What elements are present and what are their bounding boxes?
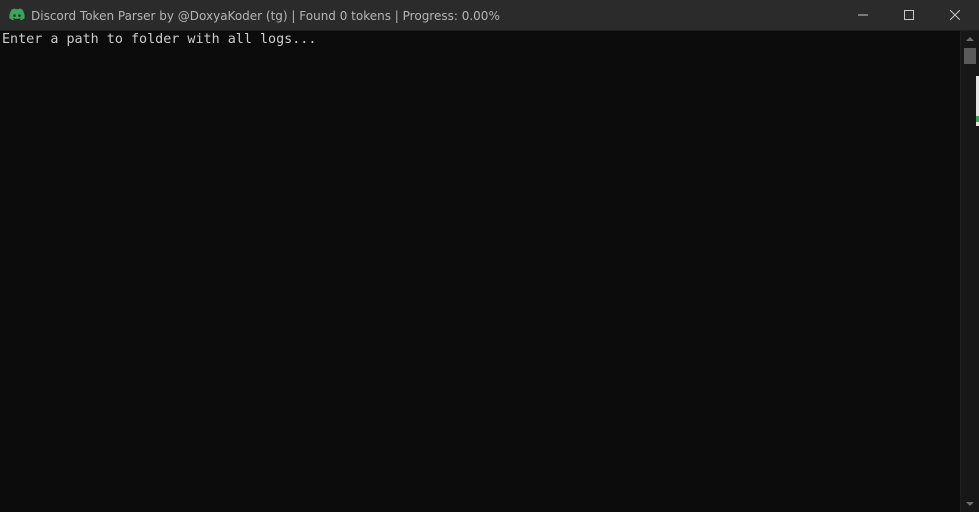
maximize-icon: [904, 10, 914, 20]
minimize-icon: [858, 14, 868, 16]
close-icon: [950, 10, 960, 20]
scroll-up-icon[interactable]: [966, 37, 974, 41]
console-window: Discord Token Parser by @DoxyaKoder (tg)…: [0, 0, 979, 512]
window-title: Discord Token Parser by @DoxyaKoder (tg)…: [31, 9, 500, 23]
close-button[interactable]: [932, 0, 978, 30]
console-output[interactable]: Enter a path to folder with all logs...: [0, 31, 960, 512]
discord-icon: [9, 8, 25, 21]
console-prompt-line: Enter a path to folder with all logs...: [2, 32, 317, 47]
minimize-button[interactable]: [840, 0, 886, 30]
scroll-thumb[interactable]: [964, 48, 976, 64]
maximize-button[interactable]: [886, 0, 932, 30]
title-bar[interactable]: Discord Token Parser by @DoxyaKoder (tg)…: [0, 0, 979, 31]
scroll-down-icon[interactable]: [966, 502, 974, 506]
